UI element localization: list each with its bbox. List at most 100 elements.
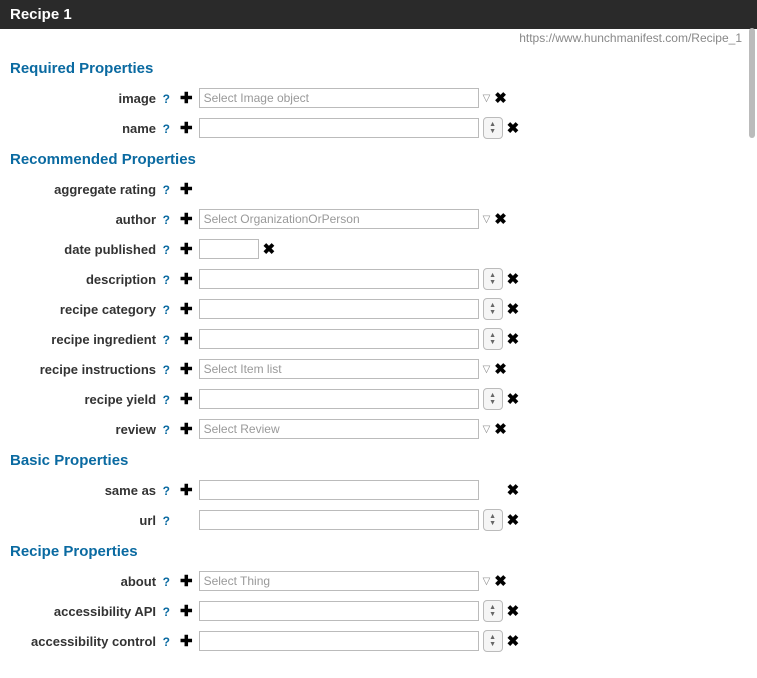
stepper-control[interactable]: ▲▼ [483,328,503,350]
plus-icon[interactable]: ✚ [180,360,193,378]
stepper-control[interactable]: ▲▼ [483,509,503,531]
dropdown-icon[interactable]: ▽ [483,424,491,435]
label-url: url ? [10,513,174,528]
label-author: author ? [10,212,174,227]
remove-icon[interactable]: ✖ [507,119,520,137]
label-description: description ? [10,272,174,287]
url-input[interactable] [199,510,479,530]
accessibility-control-input[interactable] [199,631,479,651]
same-as-input[interactable] [199,480,479,500]
recipe-ingredient-input[interactable] [199,329,479,349]
stepper-control[interactable]: ▲▼ [483,630,503,652]
review-input[interactable] [199,419,479,439]
dropdown-icon[interactable]: ▽ [483,214,491,225]
description-input[interactable] [199,269,479,289]
page-title: Recipe 1 [10,6,72,23]
row-url: url ? ✚ ▲▼ ✖ [10,507,747,533]
help-icon[interactable]: ? [163,122,170,136]
author-input[interactable] [199,209,479,229]
plus-icon[interactable]: ✚ [180,240,193,258]
plus-icon[interactable]: ✚ [180,420,193,438]
remove-icon[interactable]: ✖ [507,330,520,348]
label-recipe-yield: recipe yield ? [10,392,174,407]
stepper-control[interactable]: ▲▼ [483,600,503,622]
remove-icon[interactable]: ✖ [507,511,520,529]
plus-icon[interactable]: ✚ [180,390,193,408]
remove-icon[interactable]: ✖ [494,210,507,228]
help-icon[interactable]: ? [163,213,170,227]
plus-icon[interactable]: ✚ [180,481,193,499]
remove-icon[interactable]: ✖ [507,481,520,499]
help-icon[interactable]: ? [163,243,170,257]
date-published-input[interactable] [199,239,259,259]
section-recipe-title: Recipe Properties [10,543,747,560]
help-icon[interactable]: ? [163,484,170,498]
dropdown-icon[interactable]: ▽ [483,576,491,587]
stepper-control[interactable]: ▲▼ [483,268,503,290]
remove-icon[interactable]: ✖ [507,390,520,408]
help-icon[interactable]: ? [163,333,170,347]
remove-icon[interactable]: ✖ [494,572,507,590]
plus-icon[interactable]: ✚ [180,572,193,590]
dropdown-icon[interactable]: ▽ [483,364,491,375]
section-basic-title: Basic Properties [10,452,747,469]
plus-icon[interactable]: ✚ [180,602,193,620]
label-aggregate-rating: aggregate rating ? [10,182,174,197]
help-icon[interactable]: ? [163,393,170,407]
help-icon[interactable]: ? [163,635,170,649]
row-aggregate-rating: aggregate rating ? ✚ [10,176,747,202]
recipe-yield-input[interactable] [199,389,479,409]
accessibility-api-input[interactable] [199,601,479,621]
dropdown-icon[interactable]: ▽ [483,93,491,104]
help-icon[interactable]: ? [163,423,170,437]
label-recipe-ingredient: recipe ingredient ? [10,332,174,347]
plus-icon[interactable]: ✚ [180,330,193,348]
stepper-control[interactable]: ▲▼ [483,388,503,410]
row-recipe-yield: recipe yield ? ✚ ▲▼ ✖ [10,386,747,412]
help-icon[interactable]: ? [163,183,170,197]
help-icon[interactable]: ? [163,303,170,317]
stepper-control[interactable]: ▲▼ [483,298,503,320]
label-accessibility-api: accessibility API ? [10,604,174,619]
plus-icon[interactable]: ✚ [180,119,193,137]
help-icon[interactable]: ? [163,514,170,528]
recipe-instructions-input[interactable] [199,359,479,379]
help-icon[interactable]: ? [163,273,170,287]
row-recipe-ingredient: recipe ingredient ? ✚ ▲▼ ✖ [10,326,747,352]
help-icon[interactable]: ? [163,575,170,589]
row-same-as: same as ? ✚ ✖ [10,477,747,503]
remove-icon[interactable]: ✖ [494,360,507,378]
remove-icon[interactable]: ✖ [507,602,520,620]
row-about: about ? ✚ ▽ ✖ [10,568,747,594]
remove-icon[interactable]: ✖ [263,240,276,258]
image-input[interactable] [199,88,479,108]
remove-icon[interactable]: ✖ [507,300,520,318]
plus-icon[interactable]: ✚ [180,300,193,318]
stepper-control[interactable]: ▲▼ [483,117,503,139]
plus-icon[interactable]: ✚ [180,180,193,198]
label-date-published: date published ? [10,242,174,257]
label-about: about ? [10,574,174,589]
plus-icon[interactable]: ✚ [180,89,193,107]
remove-icon[interactable]: ✖ [507,270,520,288]
recipe-category-input[interactable] [199,299,479,319]
help-icon[interactable]: ? [163,92,170,106]
row-name: name ? ✚ ▲▼ ✖ [10,115,747,141]
label-same-as: same as ? [10,483,174,498]
label-name: name ? [10,121,174,136]
row-accessibility-api: accessibility API ? ✚ ▲▼ ✖ [10,598,747,624]
help-icon[interactable]: ? [163,363,170,377]
remove-icon[interactable]: ✖ [494,89,507,107]
about-input[interactable] [199,571,479,591]
remove-icon[interactable]: ✖ [494,420,507,438]
plus-icon[interactable]: ✚ [180,210,193,228]
plus-icon[interactable]: ✚ [180,632,193,650]
scrollbar-thumb[interactable] [749,28,755,138]
row-image: image ? ✚ ▽ ✖ [10,85,747,111]
help-icon[interactable]: ? [163,605,170,619]
url-display: https://www.hunchmanifest.com/Recipe_1 [0,29,757,45]
remove-icon[interactable]: ✖ [507,632,520,650]
name-input[interactable] [199,118,479,138]
plus-icon[interactable]: ✚ [180,270,193,288]
section-recommended-title: Recommended Properties [10,151,747,168]
